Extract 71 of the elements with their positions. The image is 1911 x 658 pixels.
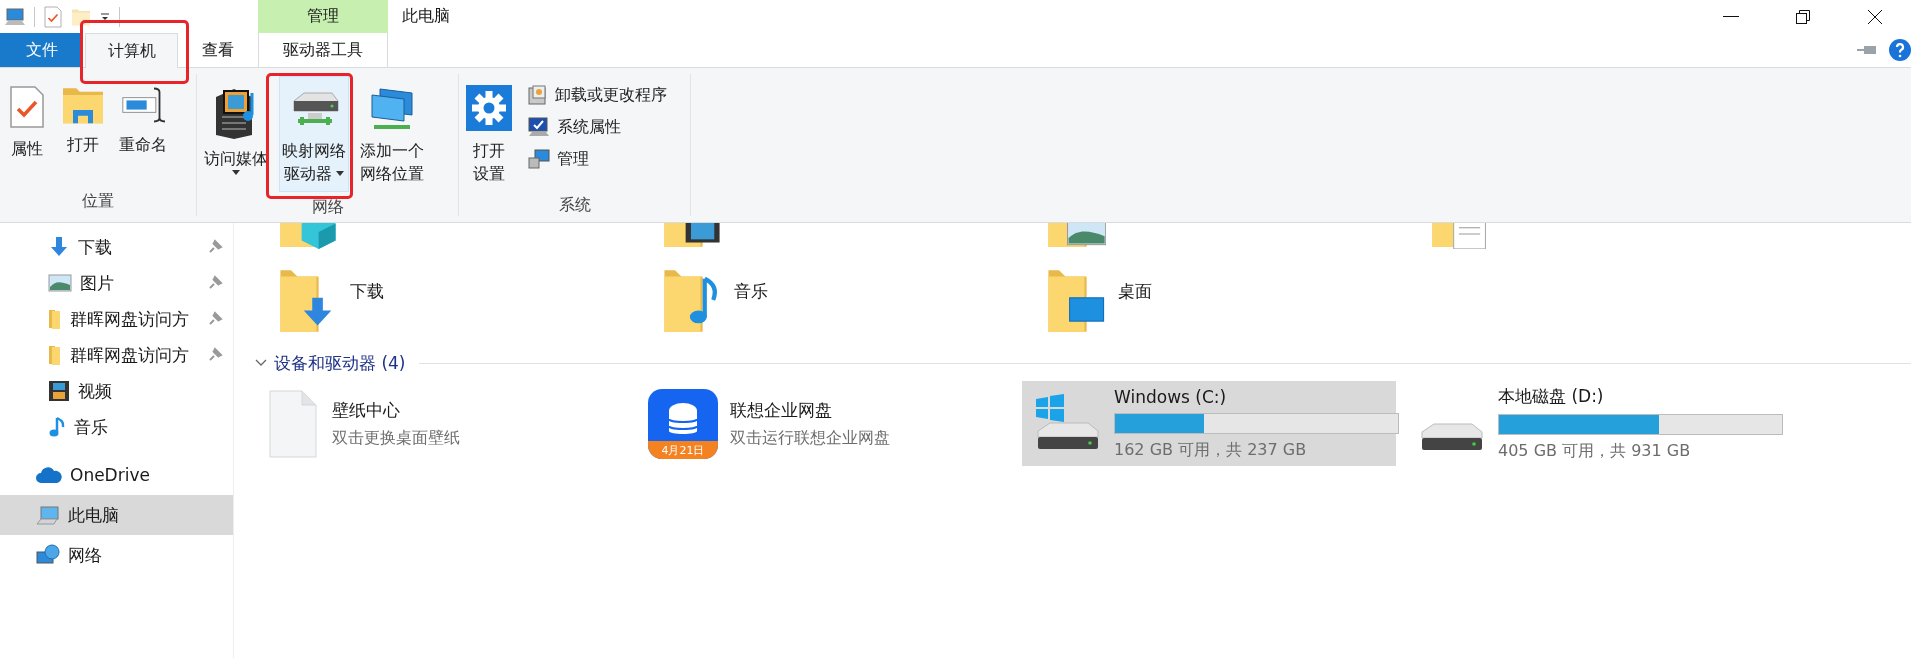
settings-icon <box>466 85 512 131</box>
ribbon-command[interactable]: 管理 <box>523 144 593 174</box>
drive-space: 162 GB 可用，共 237 GB <box>1114 439 1308 461</box>
ribbon-command[interactable]: 打开 设置 <box>463 76 515 190</box>
download-arrow-icon <box>48 236 70 258</box>
app-icon <box>648 388 718 459</box>
device-name: 联想企业网盘 <box>730 398 833 422</box>
computer-icon <box>4 6 26 27</box>
computer-icon <box>36 505 60 525</box>
device-tile[interactable]: 4月21日 联想企业网盘 双击运行联想企业网盘 <box>638 381 1012 466</box>
document-check-icon <box>7 85 47 129</box>
document-check-icon <box>43 5 63 28</box>
ribbon-command[interactable]: 映射网络 驱动器 <box>279 76 349 192</box>
device-name: 壁纸中心 <box>332 398 401 422</box>
ribbon-tab[interactable]: 计算机 <box>85 33 178 68</box>
folder-icon <box>61 85 105 125</box>
program-box-icon <box>527 84 549 106</box>
drive-name: 本地磁盘 (D:) <box>1498 385 1605 408</box>
ribbon-command[interactable]: 访问媒体 <box>201 76 271 180</box>
customize-menu-icon <box>99 11 111 22</box>
film-icon <box>48 380 70 402</box>
pin-icon <box>1857 44 1877 56</box>
ribbon-tab[interactable]: 驱动器工具 <box>258 33 388 67</box>
ribbon-tab[interactable]: 查看 <box>180 33 256 67</box>
device-tile[interactable]: Windows (C:) 162 GB 可用，共 237 GB <box>1022 381 1396 466</box>
nav-item[interactable]: 网络 <box>0 535 233 575</box>
close-icon <box>1867 8 1883 25</box>
ribbon-command[interactable]: 添加一个 网络位置 <box>357 76 427 190</box>
date-label: 4月21日 <box>661 443 705 457</box>
folder-item[interactable]: 桌面 <box>1022 265 1406 339</box>
folder-icon <box>48 344 62 366</box>
nav-item[interactable]: 图片 <box>0 265 233 301</box>
music-note-icon <box>48 416 66 438</box>
ribbon-command[interactable]: 系统属性 <box>523 112 625 142</box>
section-header[interactable]: 设备和驱动器 (4) <box>274 351 406 375</box>
device-tile[interactable]: 壁纸中心 双击更换桌面壁纸 <box>254 381 628 466</box>
folder-icon <box>71 7 91 26</box>
group-label: 位置 <box>81 190 115 212</box>
nav-item[interactable]: 群晖网盘访问方 <box>0 301 233 337</box>
group-label: 网络 <box>310 196 345 218</box>
device-description: 双击更换桌面壁纸 <box>332 427 460 449</box>
landscape-picture-icon <box>48 274 72 292</box>
ribbon-command[interactable]: 属性 <box>4 76 50 165</box>
computer-icon <box>527 148 551 170</box>
tool-group-header: 管理 <box>258 0 388 33</box>
device-tile[interactable]: 本地磁盘 (D:) 405 GB 可用，共 931 GB <box>1406 381 1780 466</box>
folder-item[interactable]: 音乐 <box>638 265 1022 339</box>
ribbon-command[interactable]: 卸载或更改程序 <box>523 80 671 110</box>
rename-icon <box>121 85 165 125</box>
restore-icon <box>1795 8 1811 25</box>
nav-item[interactable]: 此电脑 <box>0 495 233 535</box>
folder-item[interactable]: 下载 <box>254 265 638 339</box>
computer-check-icon <box>527 116 551 138</box>
minimize-icon <box>1723 16 1739 17</box>
drive-name: Windows (C:) <box>1114 386 1228 407</box>
group-label: 系统 <box>557 194 592 216</box>
help-icon <box>1889 39 1911 61</box>
nav-item[interactable]: 群晖网盘访问方 <box>0 337 233 373</box>
nav-item[interactable]: 音乐 <box>0 409 233 445</box>
folder-icon <box>48 308 62 330</box>
window-title: 此电脑 <box>402 6 450 27</box>
network-icon <box>36 544 60 566</box>
cloud-icon <box>36 466 62 484</box>
drive-space: 405 GB 可用，共 931 GB <box>1498 441 1692 462</box>
ribbon-command[interactable]: 重命名 <box>116 76 170 161</box>
nav-item[interactable]: 下载 <box>0 229 233 265</box>
nav-item[interactable]: 视频 <box>0 373 233 409</box>
device-description: 双击运行联想企业网盘 <box>730 427 890 449</box>
ribbon-command[interactable]: 打开 <box>58 76 108 161</box>
file-menu-tab[interactable]: 文件 <box>0 33 83 67</box>
nav-item[interactable]: OneDrive <box>0 455 233 495</box>
